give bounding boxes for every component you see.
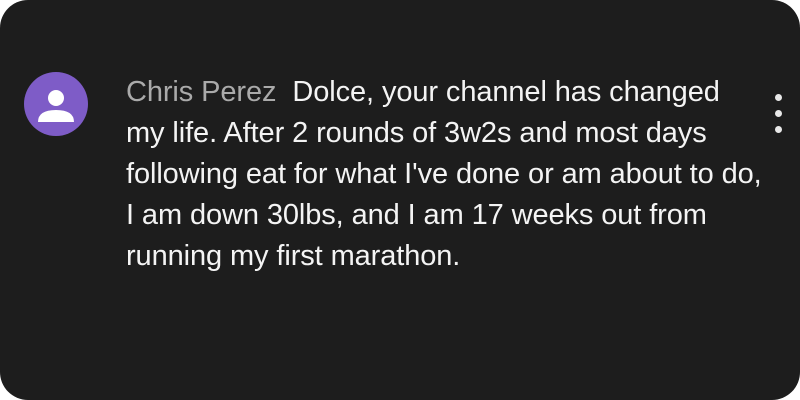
avatar[interactable] (24, 72, 88, 136)
menu-dot (775, 94, 782, 101)
more-vertical-icon[interactable] (768, 92, 788, 136)
comment-body: Chris Perez Dolce, your channel has chang… (126, 72, 766, 277)
menu-dot (775, 126, 782, 133)
comment-card: Chris Perez Dolce, your channel has chang… (0, 0, 800, 400)
default-user-icon (38, 90, 74, 122)
menu-dot (775, 110, 782, 117)
author-name[interactable]: Chris Perez (126, 76, 276, 108)
